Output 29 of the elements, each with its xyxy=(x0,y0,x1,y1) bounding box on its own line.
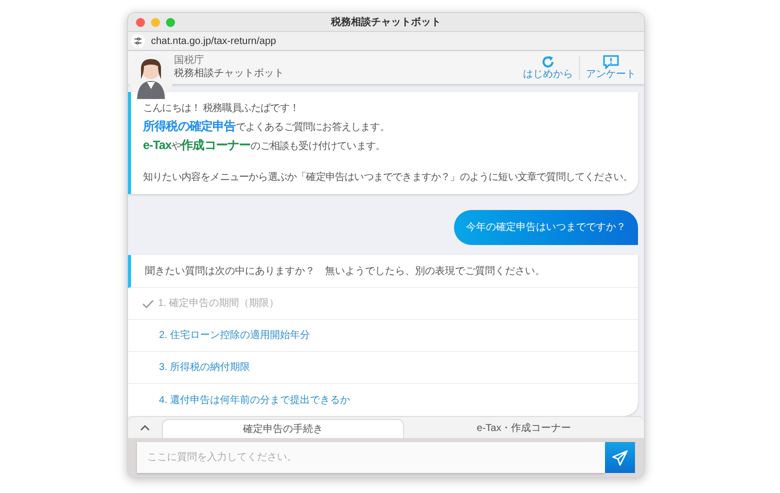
close-icon[interactable] xyxy=(136,18,145,26)
menu-tab[interactable]: 確定申告の手続き xyxy=(162,419,404,438)
message-line: 知りたい内容をメニューから選ぶか「確定申告はいつまでできますか？」のように短い文章で質問してください。 xyxy=(143,170,633,185)
suggested-question[interactable]: 3. 所得税の納付期限 xyxy=(142,360,250,375)
message-line: 所得税の確定申告でよくあるご質問にお答えします。 xyxy=(143,118,390,135)
send-icon xyxy=(612,450,628,466)
prompt-text: 聞きたい質問は次の中にありますか？ 無いようでしたら、別の表現でご質問ください。 xyxy=(145,264,545,278)
url-text[interactable]: chat.nta.go.jp/tax-return/app xyxy=(151,34,276,48)
caret-icon xyxy=(140,424,150,430)
question-input[interactable]: ここに質問を入力してください。 xyxy=(137,442,605,473)
send-button[interactable] xyxy=(605,442,635,473)
suggested-question[interactable]: 1. 確定申告の期間（期限） xyxy=(142,296,280,311)
zoom-icon[interactable] xyxy=(166,18,175,26)
suggested-question[interactable]: 4. 還付申告は何年前の分まで提出できるか xyxy=(142,392,350,408)
minimize-icon[interactable] xyxy=(151,18,160,26)
message-line: こんにちは！ 税務職員ふたばです！ xyxy=(143,102,299,116)
site-settings-icon[interactable] xyxy=(131,34,145,48)
message-line: e-Taxや作成コーナーのご相談も受け付けています。 xyxy=(143,137,386,154)
app-title: 税務相談チャットボット xyxy=(174,66,284,80)
refresh-icon xyxy=(541,55,555,69)
window-title: 税務相談チャットボット xyxy=(331,16,441,30)
suggested-question[interactable]: 2. 住宅ローン控除の適用開始年分 xyxy=(142,328,310,343)
user-message-bubble: 今年の確定申告はいつまでですか？ xyxy=(454,210,638,245)
survey-button[interactable]: アンケート xyxy=(584,55,638,80)
agency-label: 国税庁 xyxy=(174,54,205,66)
checkmark-icon xyxy=(142,298,154,308)
speech-bubble-icon xyxy=(603,55,619,69)
restart-button[interactable]: はじめから xyxy=(521,55,575,80)
menu-tab[interactable]: e-Tax・作成コーナー xyxy=(404,419,644,438)
